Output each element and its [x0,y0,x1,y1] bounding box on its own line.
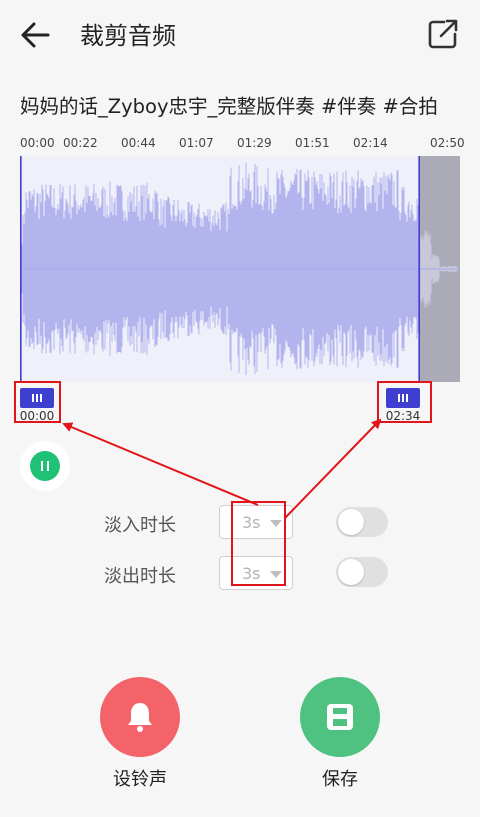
arrow-to-start-handle [62,422,259,506]
set-ringtone-button[interactable] [100,677,180,757]
set-ringtone-label: 设铃声 [113,769,167,790]
save-label: 保存 [322,769,358,790]
bell-icon [128,703,152,732]
arrow-to-end-handle [284,418,382,519]
floppy-disk-icon [327,704,353,730]
annotation-arrows [62,418,382,519]
save-button[interactable] [300,677,380,757]
